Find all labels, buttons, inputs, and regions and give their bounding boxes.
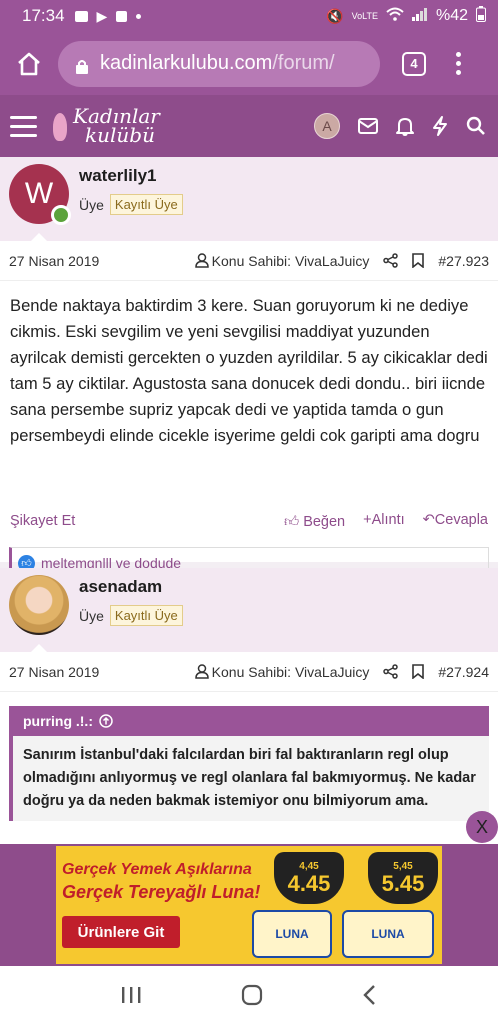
post-number[interactable]: #27.924 [438, 664, 489, 680]
system-nav-bar [0, 966, 498, 1024]
quoted-message: purring .!.: Sanırım İstanbul'daki falcı… [9, 706, 489, 821]
ad-headline-2: Gerçek Tereyağlı Luna! [62, 882, 261, 902]
share-icon[interactable] [383, 664, 399, 679]
post-date[interactable]: 27 Nisan 2019 [9, 664, 99, 680]
post-body: Bende naktaya baktirdim 3 kere. Suan gor… [10, 296, 488, 445]
thread-owner-label: Konu Sahibi: VivaLaJuicy [211, 252, 370, 269]
battery-icon [476, 5, 486, 27]
volte-icon: VoLTE [351, 10, 378, 21]
wifi-icon [386, 7, 404, 26]
author-role: Üye [79, 196, 104, 213]
ad-cta-button[interactable]: Ürünlere Git [62, 916, 180, 948]
share-icon[interactable] [383, 253, 399, 268]
more-notifications-icon [136, 13, 142, 19]
bookmark-icon[interactable] [412, 664, 425, 679]
ad-banner[interactable]: Gerçek Yemek Aşıklarına Gerçek Tereyağlı… [0, 844, 498, 966]
post-27924: asenadam Üye Kayıtlı Üye 27 Nisan 2019 K… [0, 568, 498, 844]
post-meta: 27 Nisan 2019 Konu Sahibi: VivaLaJuicy #… [0, 652, 498, 692]
product-image-1: LUNA [252, 910, 332, 958]
ad-close-button[interactable]: X [466, 811, 498, 843]
plus-icon: + [363, 512, 372, 528]
notification-icon [116, 10, 128, 22]
quote-text: Sanırım İstanbul'daki falcılardan biri f… [23, 747, 476, 809]
browser-toolbar: kadinlarkulubu.com/forum/ 4 [0, 32, 498, 95]
post-number[interactable]: #27.923 [438, 253, 489, 269]
member-badge: Kayıtlı Üye [109, 605, 183, 626]
user-avatar[interactable]: A [314, 113, 340, 139]
logo-line2: kulübü [85, 123, 155, 147]
price-tag-1: 4,45 4.45 [274, 852, 344, 904]
user-icon [194, 253, 209, 268]
tab-switcher-button[interactable]: 4 [402, 51, 426, 76]
product-image-2: LUNA [342, 910, 434, 958]
url-bar[interactable]: kadinlarkulubu.com/forum/ [58, 40, 380, 87]
home-icon [18, 52, 40, 75]
author-username[interactable]: waterlily1 [79, 166, 183, 186]
product-brand-1: LUNA [275, 927, 309, 941]
inbox-icon[interactable] [358, 118, 378, 134]
site-header: Kadınlar kulübü A [0, 95, 498, 157]
author-role: Üye [79, 607, 104, 624]
like-button[interactable]: 👍︎ Beğen [284, 512, 345, 530]
post-author-block: asenadam Üye Kayıtlı Üye [0, 568, 498, 653]
bubble-pointer [30, 233, 48, 242]
url-domain: kadinlarkulubu.com [100, 52, 273, 74]
thumbs-up-icon: 👍︎ [284, 514, 300, 530]
post-meta: 27 Nisan 2019 Konu Sahibi: VivaLaJuicy #… [0, 241, 498, 281]
lock-icon [76, 57, 88, 74]
lightning-icon[interactable] [432, 116, 448, 136]
post-actions: Şikayet Et 👍︎ Beğen +Alıntı ↶Cevapla [0, 501, 498, 541]
back-icon[interactable] [362, 984, 378, 1006]
reply-label: Cevapla [434, 512, 488, 528]
hamburger-menu-icon[interactable] [10, 115, 37, 137]
post-date[interactable]: 27 Nisan 2019 [9, 253, 99, 269]
price-tag-1-value: 4.45 [287, 871, 331, 896]
member-badge: Kayıtlı Üye [109, 194, 183, 215]
ad-headline-1: Gerçek Yemek Aşıklarına [62, 861, 252, 878]
play-icon: ▶ [96, 7, 108, 24]
search-icon[interactable] [466, 116, 486, 136]
browser-menu-button[interactable] [448, 52, 468, 75]
user-icon [194, 664, 209, 679]
online-status-icon [51, 205, 71, 225]
home-button[interactable] [0, 32, 58, 95]
post-27923: W waterlily1 Üye Kayıtlı Üye 27 Nisan 20… [0, 157, 498, 579]
recent-apps-icon[interactable] [120, 985, 142, 1005]
home-nav-icon[interactable] [241, 984, 263, 1006]
logo-figure-icon [53, 113, 67, 141]
battery-level: %42 [435, 7, 468, 24]
message-icon [74, 10, 88, 22]
status-bar: 17:34 ▶ 🔇 VoLTE %42 [0, 0, 498, 32]
reply-icon: ↶ [422, 512, 435, 528]
thread-owner-label: Konu Sahibi: VivaLaJuicy [211, 663, 370, 680]
bookmark-icon[interactable] [412, 253, 425, 268]
like-label: Beğen [303, 514, 346, 530]
bell-icon[interactable] [396, 116, 414, 136]
url-path: /forum/ [272, 52, 335, 74]
ad-creative[interactable]: Gerçek Yemek Aşıklarına Gerçek Tereyağlı… [56, 846, 442, 964]
bubble-pointer [30, 644, 48, 653]
mute-icon: 🔇 [326, 7, 344, 24]
author-avatar-photo[interactable] [9, 575, 69, 635]
post-author-block: W waterlily1 Üye Kayıtlı Üye [0, 157, 498, 242]
quote-author: purring .!.: [23, 713, 93, 729]
price-tag-2: 5,45 5.45 [368, 852, 438, 904]
go-to-quote-icon[interactable] [99, 714, 113, 728]
quote-button[interactable]: +Alıntı [363, 512, 405, 530]
quote-label: Alıntı [371, 512, 405, 528]
avatar-letter: W [24, 177, 54, 210]
reply-button[interactable]: ↶Cevapla [423, 512, 488, 530]
site-logo[interactable]: Kadınlar kulübü [53, 106, 160, 147]
author-username[interactable]: asenadam [79, 577, 183, 597]
signal-icon [411, 7, 428, 26]
price-tag-2-value: 5.45 [381, 871, 425, 896]
product-brand-2: LUNA [371, 927, 405, 941]
quote-header[interactable]: purring .!.: [13, 706, 489, 736]
author-avatar[interactable]: W [9, 164, 71, 225]
report-link[interactable]: Şikayet Et [10, 513, 75, 529]
status-time: 17:34 [22, 6, 65, 25]
